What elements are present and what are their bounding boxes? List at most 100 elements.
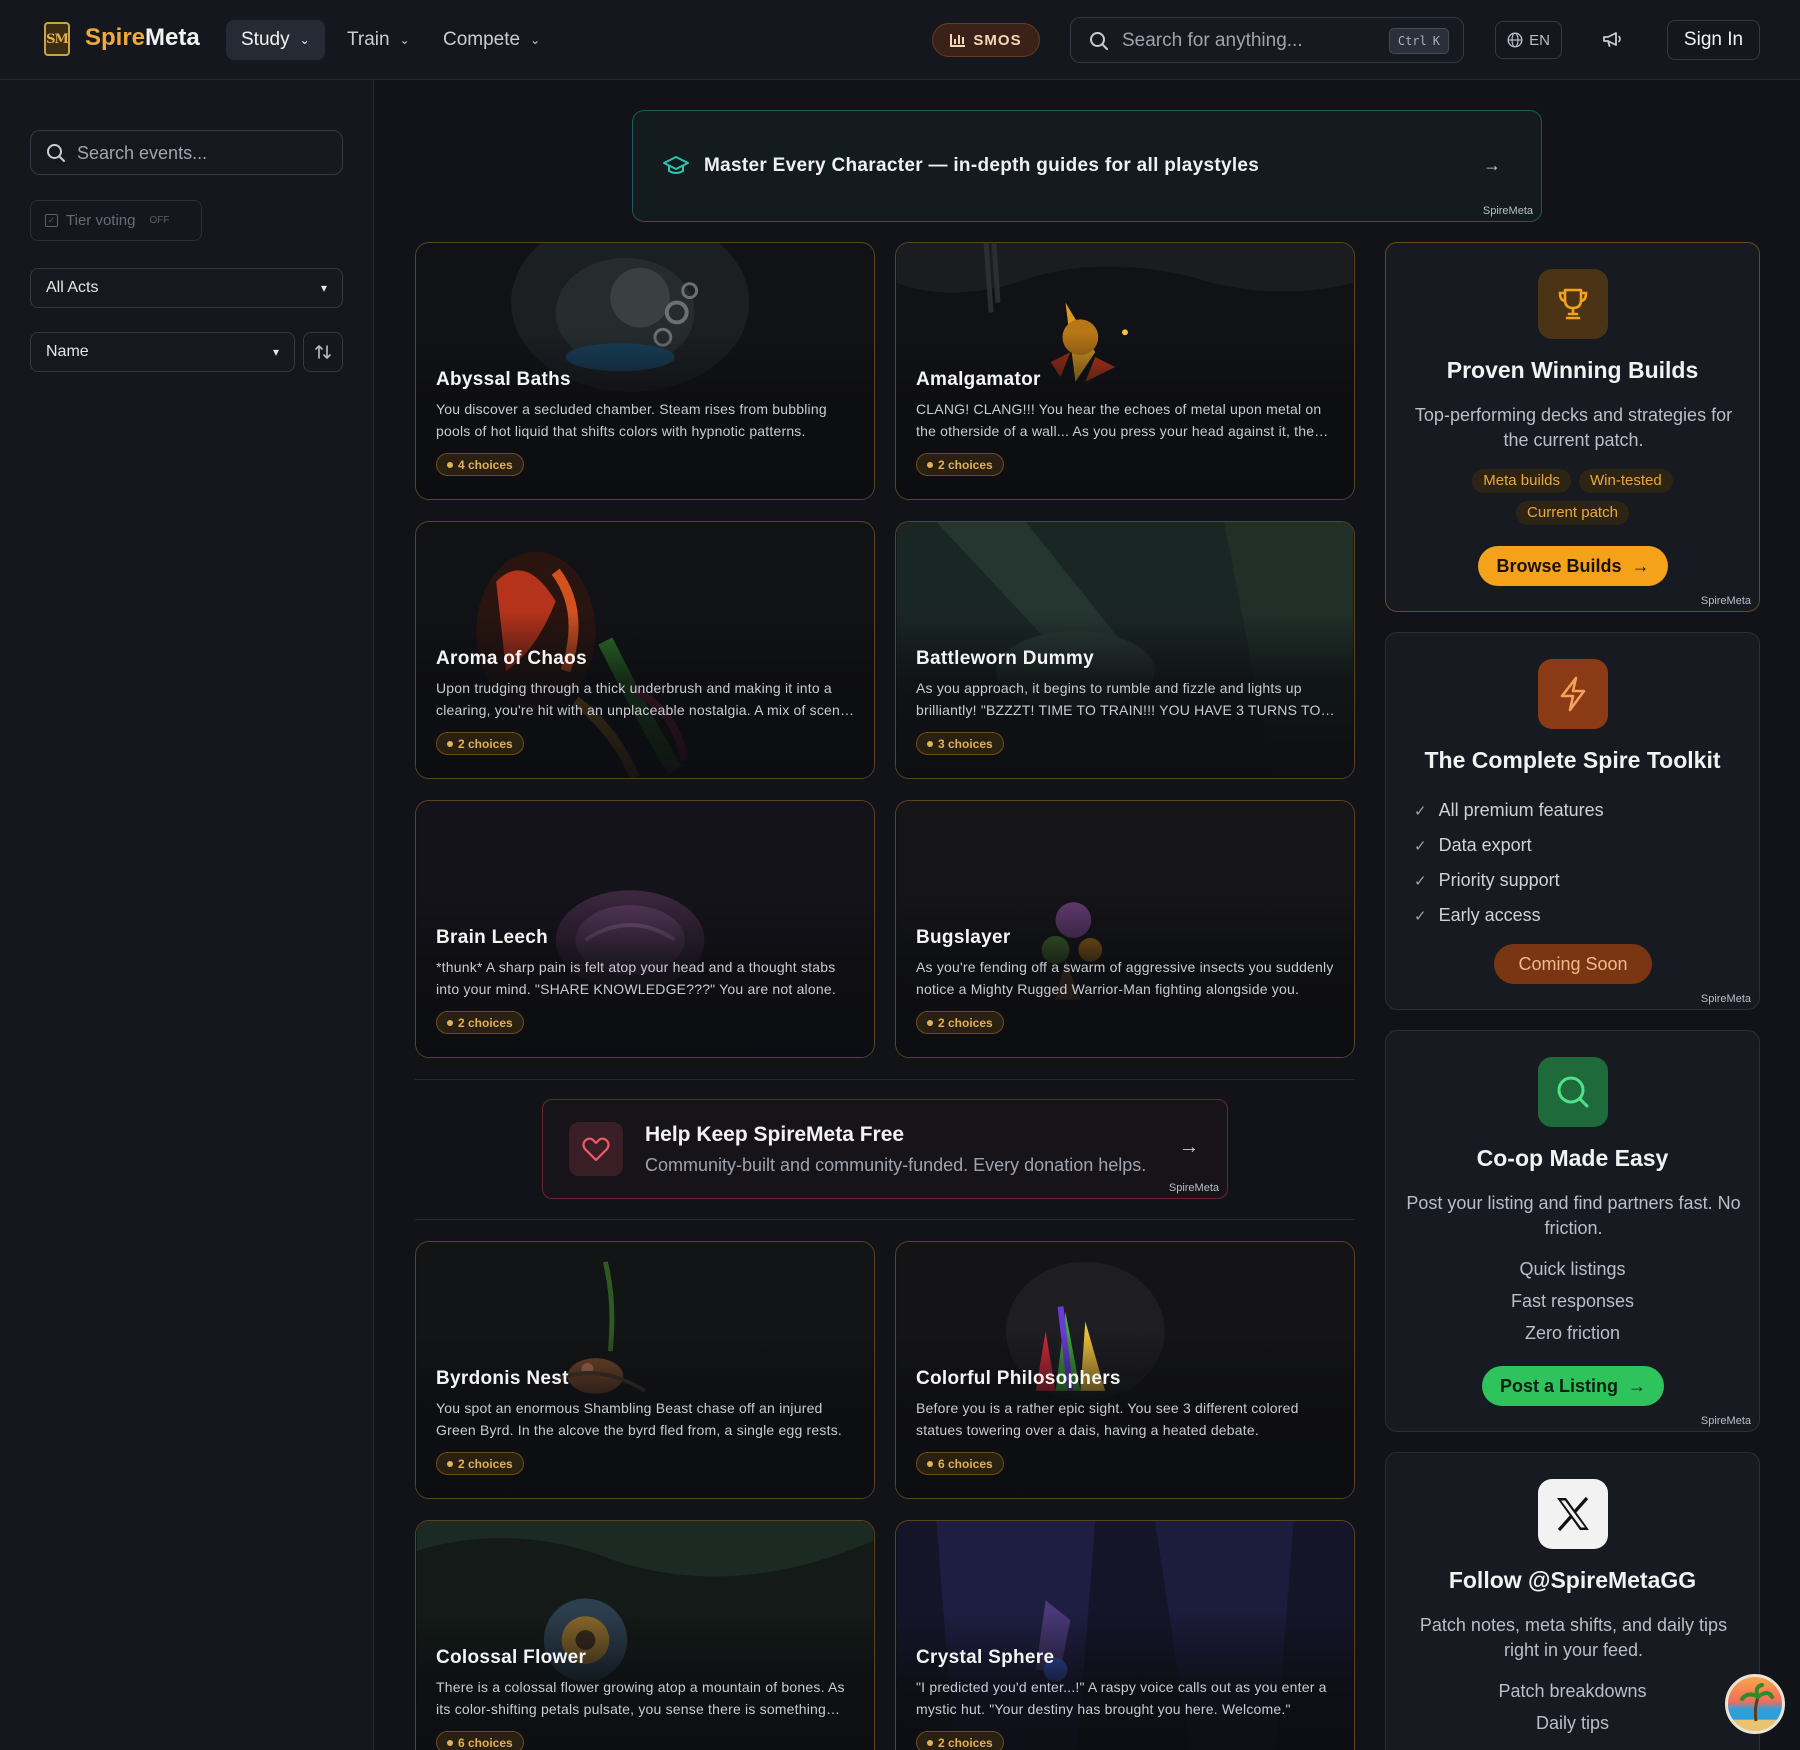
global-search-input[interactable]: Search for anything... Ctrl K: [1070, 17, 1464, 63]
tier-voting-toggle[interactable]: ✓ Tier voting OFF: [30, 200, 202, 241]
event-card[interactable]: Amalgamator CLANG! CLANG!!! You hear the…: [895, 242, 1355, 500]
sign-in-button[interactable]: Sign In: [1667, 20, 1760, 60]
language-selector[interactable]: EN: [1495, 21, 1562, 59]
choices-badge: 6 choices: [916, 1452, 1004, 1475]
event-description: "I predicted you'd enter...!" A raspy vo…: [916, 1679, 1327, 1717]
nav-train-label: Train: [347, 29, 390, 50]
feature-chips: Meta builds Win-tested: [1386, 469, 1759, 493]
nav-compete-label: Compete: [443, 29, 521, 50]
tier-voting-label: Tier voting: [66, 212, 136, 229]
event-description: *thunk* A sharp pain is felt atop your h…: [436, 959, 836, 997]
checkmark-icon: ✓: [1414, 907, 1427, 925]
feature-chip: Win-tested: [1579, 469, 1673, 493]
event-title: Brain Leech: [436, 927, 549, 948]
event-card[interactable]: Aroma of Chaos Upon trudging through a t…: [415, 521, 875, 779]
event-description: You spot an enormous Shambling Beast cha…: [436, 1400, 842, 1438]
floating-avatar-button[interactable]: [1725, 1674, 1785, 1734]
arrow-right-icon: →: [1179, 1136, 1199, 1158]
choices-count: 4 choices: [458, 457, 513, 472]
heart-icon: [582, 1137, 610, 1162]
spiremeta-logo[interactable]: SM: [44, 22, 70, 56]
language-label: EN: [1529, 31, 1550, 49]
checkmark-icon: ✓: [1414, 802, 1427, 820]
lightning-badge: [1538, 659, 1608, 729]
trophy-badge: [1538, 269, 1608, 339]
smos-label: SMOS: [973, 31, 1022, 49]
event-card[interactable]: Byrdonis Nest You spot an enormous Shamb…: [415, 1241, 875, 1499]
post-listing-button[interactable]: Post a Listing →: [1482, 1366, 1664, 1406]
choices-count: 2 choices: [938, 1015, 993, 1030]
choices-count: 2 choices: [458, 736, 513, 751]
keyboard-shortcut-hint: Ctrl K: [1388, 28, 1449, 54]
filter-sidebar: Search events... ✓ Tier voting OFF All A…: [0, 80, 374, 1750]
feature-list-item: ✓ Data export: [1414, 828, 1604, 863]
donation-subtitle: Community-built and community-funded. Ev…: [645, 1155, 1147, 1175]
follow-promo-card[interactable]: Follow @SpireMetaGG Patch notes, meta sh…: [1385, 1452, 1760, 1750]
promo-title: The Complete Spire Toolkit: [1424, 747, 1721, 773]
guides-banner[interactable]: Master Every Character — in-depth guides…: [632, 110, 1542, 222]
sort-direction-button[interactable]: [303, 332, 343, 372]
sort-select[interactable]: Name ▾: [30, 332, 295, 372]
event-title: Abyssal Baths: [436, 369, 571, 390]
follow-point: Daily tips: [1535, 1713, 1610, 1733]
tier-voting-state: OFF: [149, 215, 170, 226]
coming-soon-button[interactable]: Coming Soon: [1494, 944, 1652, 984]
event-title: Bugslayer: [916, 927, 1011, 948]
event-card[interactable]: Colorful Philosophers Before you is a ra…: [895, 1241, 1355, 1499]
builds-promo-card[interactable]: Proven Winning Builds Top-performing dec…: [1385, 242, 1760, 612]
promo-subtitle: Top-performing decks and strategies for …: [1414, 405, 1733, 450]
sponsor-tag: SpireMeta: [1700, 993, 1751, 1005]
choices-count: 2 choices: [458, 1015, 513, 1030]
chevron-down-icon: ▾: [272, 345, 279, 359]
event-description: Before you is a rather epic sight. You s…: [916, 1400, 1299, 1438]
dot-icon: [447, 1739, 453, 1746]
brand-name-part-2: Meta: [145, 24, 200, 51]
choices-badge: 6 choices: [436, 1731, 524, 1750]
nav-compete[interactable]: Compete ⌄: [428, 20, 555, 60]
chevron-down-icon: ⌄: [530, 33, 541, 47]
search-icon: [1090, 32, 1108, 50]
event-card[interactable]: Brain Leech *thunk* A sharp pain is felt…: [415, 800, 875, 1058]
coop-promo-card[interactable]: Co-op Made Easy Post your listing and fi…: [1385, 1030, 1760, 1432]
act-filter-value: All Acts: [46, 279, 99, 296]
dot-icon: [927, 1019, 933, 1026]
feature-chip: Current patch: [1516, 501, 1629, 525]
event-card[interactable]: Colossal Flower There is a colossal flow…: [415, 1520, 875, 1750]
checkbox-icon: ✓: [45, 214, 58, 227]
promo-title: Co-op Made Easy: [1476, 1145, 1669, 1171]
smos-button[interactable]: SMOS: [932, 23, 1040, 57]
choices-badge: 2 choices: [916, 453, 1004, 476]
act-filter-select[interactable]: All Acts ▾: [30, 268, 343, 308]
global-search-placeholder: Search for anything...: [1122, 30, 1303, 51]
brand-name[interactable]: SpireMeta: [85, 24, 200, 52]
toolkit-promo-card[interactable]: The Complete Spire Toolkit ✓ All premium …: [1385, 632, 1760, 1010]
choices-count: 6 choices: [458, 1735, 513, 1750]
coop-point: Quick listings: [1519, 1259, 1626, 1279]
choices-badge: 2 choices: [916, 1011, 1004, 1034]
feature-list-item: ✓ Early access: [1414, 898, 1604, 933]
donation-banner[interactable]: Help Keep SpireMeta Free Community-built…: [542, 1099, 1228, 1199]
feature-list-item: ✓ Priority support: [1414, 863, 1604, 898]
event-card[interactable]: Abyssal Baths You discover a secluded ch…: [415, 242, 875, 500]
coop-point: Fast responses: [1510, 1291, 1635, 1311]
chevron-down-icon: ▾: [320, 281, 327, 295]
event-card[interactable]: Battleworn Dummy As you approach, it beg…: [895, 521, 1355, 779]
top-nav-bar: SM SpireMeta Study ⌄ Train ⌄ Compete ⌄ SMOS…: [0, 0, 1800, 80]
event-title: Crystal Sphere: [916, 1647, 1055, 1668]
megaphone-icon[interactable]: [1600, 27, 1624, 51]
bar-chart-icon: [950, 33, 966, 47]
feature-text: Priority support: [1438, 870, 1560, 890]
banner-text: Master Every Character — in-depth guides…: [704, 155, 1260, 176]
event-card[interactable]: Crystal Sphere "I predicted you'd enter.…: [895, 1520, 1355, 1750]
feature-text: Data export: [1438, 835, 1532, 855]
sort-icon: [315, 345, 331, 359]
nav-study[interactable]: Study ⌄: [226, 20, 325, 60]
feature-chip: Meta builds: [1472, 469, 1571, 493]
event-card[interactable]: Bugslayer As you're fending off a swarm …: [895, 800, 1355, 1058]
browse-builds-button[interactable]: Browse Builds →: [1478, 546, 1668, 586]
event-search-input[interactable]: Search events...: [30, 130, 343, 175]
nav-train[interactable]: Train ⌄: [332, 20, 425, 60]
event-title: Aroma of Chaos: [436, 648, 587, 669]
event-title: Colossal Flower: [436, 1647, 587, 1668]
search-badge: [1538, 1057, 1608, 1127]
